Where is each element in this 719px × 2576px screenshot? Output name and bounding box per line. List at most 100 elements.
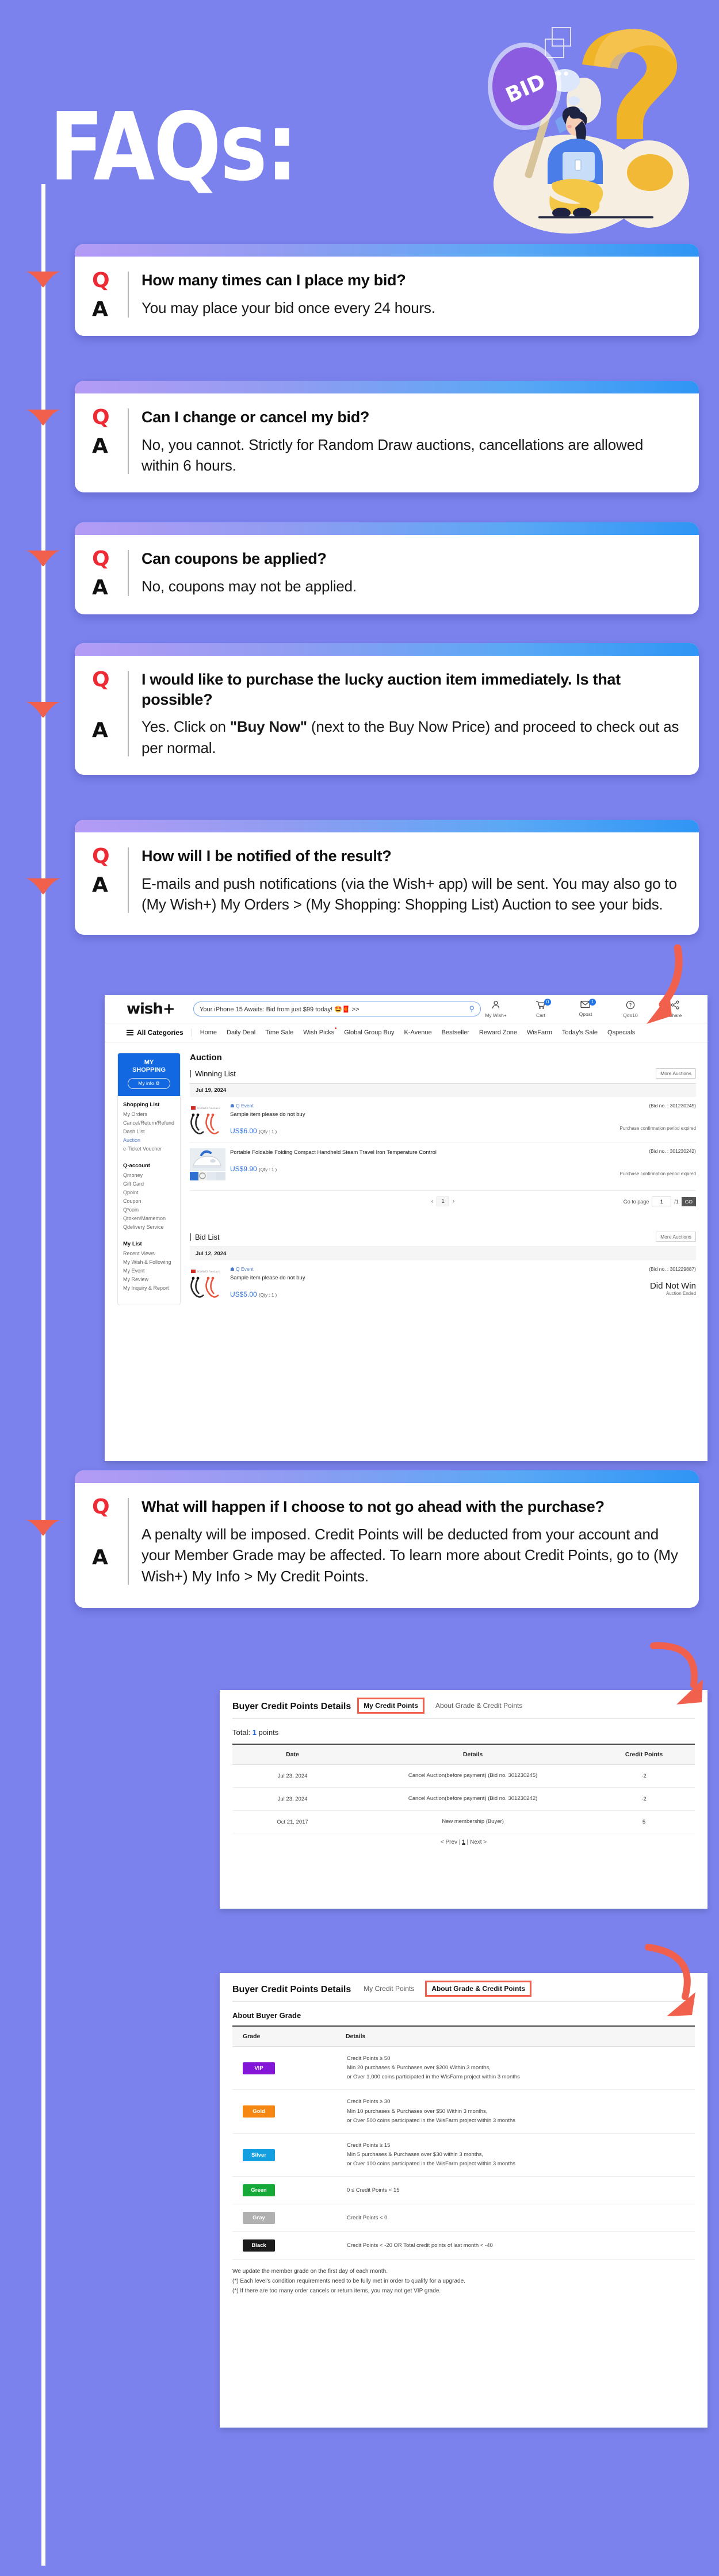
cell-points: 5 [593, 1810, 695, 1834]
cart-button[interactable]: 0 Cart [526, 998, 556, 1018]
nav-item-daily-deal[interactable]: Daily Deal [227, 1029, 255, 1036]
nav-item-wisfarm[interactable]: WisFarm [527, 1029, 552, 1036]
nav-item-reward-zone[interactable]: Reward Zone [479, 1029, 517, 1036]
nav-item-home[interactable]: Home [200, 1029, 217, 1036]
auction-tag-label: Q Event [235, 1266, 254, 1272]
sidebar-item-my-event[interactable]: My Event [123, 1268, 175, 1274]
sidebar-item-qcoin[interactable]: Q*coin [123, 1207, 175, 1213]
auction-page-title: Auction [190, 1053, 222, 1062]
cell-date: Oct 21, 2017 [232, 1810, 353, 1834]
pagination-prev[interactable]: < Prev | [441, 1839, 461, 1845]
nav-item-k-avenue[interactable]: K-Avenue [404, 1029, 432, 1036]
nav-item-wish-picks[interactable]: Wish Picks [303, 1027, 337, 1036]
timeline-arrow-2 [26, 408, 60, 427]
search-icon[interactable]: ⚲ [469, 1004, 475, 1014]
tab-my-credit-points[interactable]: My Credit Points [357, 1698, 424, 1714]
sidebar-item-my-wish-following[interactable]: My Wish & Following [123, 1259, 175, 1265]
grade-details-gold: Credit Points ≥ 30 Min 10 purchases & Pu… [343, 2089, 695, 2134]
tab-about-grade-credit-points[interactable]: About Grade & Credit Points [425, 1981, 531, 1997]
sidebar-group-my-list: My List Recent Views My Wish & Following… [118, 1235, 180, 1301]
sidebar-item-qpoint[interactable]: Qpoint [123, 1190, 175, 1195]
nav-item-time-sale[interactable]: Time Sale [265, 1029, 293, 1036]
sidebar-item-qdelivery-service[interactable]: Qdelivery Service [123, 1224, 175, 1230]
sidebar-item-eticket-voucher[interactable]: e-Ticket Voucher [123, 1146, 175, 1152]
q-label: Q [92, 269, 110, 292]
faq-card-stripe [75, 244, 699, 257]
person-icon [481, 1000, 511, 1012]
table-header-row: Grade Details [232, 2025, 695, 2047]
pointer-arrow-to-wish-screenshot [610, 943, 684, 1033]
sidebar-item-auction[interactable]: Auction [123, 1137, 175, 1143]
goto-page-input[interactable] [652, 1197, 672, 1206]
credit-points-table: Date Details Credit Points Jul 23, 2024 … [232, 1744, 695, 1834]
qpost-button[interactable]: 1 Qpost [571, 998, 601, 1018]
column-grade: Grade [232, 2025, 343, 2047]
sidebar-item-dash-list[interactable]: Dash List [123, 1129, 175, 1134]
sidebar-group-heading: Q-account [123, 1163, 150, 1169]
sidebar-title-line2: SHOPPING [132, 1066, 166, 1073]
sidebar-item-qmoney[interactable]: Qmoney [123, 1172, 175, 1178]
column-credit-points: Credit Points [593, 1744, 695, 1765]
auction-tag-label: Q Event [235, 1103, 254, 1109]
qpost-label: Qpost [579, 1011, 592, 1017]
my-info-button[interactable]: My info ⚙ [128, 1078, 170, 1090]
goto-page-go-button[interactable]: GO [681, 1197, 696, 1206]
sidebar-item-gift-card[interactable]: Gift Card [123, 1181, 175, 1187]
hero-illustration: BID [380, 12, 702, 242]
timeline-vertical-line [41, 184, 45, 2566]
sidebar-item-coupon[interactable]: Coupon [123, 1198, 175, 1204]
sidebar-item-my-orders[interactable]: My Orders [123, 1111, 175, 1117]
qa-divider [128, 272, 129, 318]
pagination-next[interactable]: | Next > [467, 1839, 487, 1845]
sidebar-item-qtoken-mamemon[interactable]: Qtoken/Mamemon [123, 1216, 175, 1221]
nav-item-todays-sale[interactable]: Today's Sale [562, 1029, 598, 1036]
tab-my-credit-points[interactable]: My Credit Points [359, 1982, 419, 1995]
pointer-arrow-to-my-credit-points [621, 1637, 707, 1714]
my-wish-button[interactable]: My Wish+ [481, 1000, 511, 1018]
qa-divider [128, 550, 129, 596]
nav-item-bestseller[interactable]: Bestseller [442, 1029, 469, 1036]
total-points: Total: 1 points [220, 1719, 707, 1744]
column-details: Details [353, 1744, 594, 1765]
column-date: Date [232, 1744, 353, 1765]
auction-status: Purchase confirmation period expired [619, 1126, 696, 1131]
table-row: VIP Credit Points ≥ 50 Min 20 purchases … [232, 2046, 695, 2090]
pagination-next[interactable]: › [453, 1198, 454, 1205]
more-auctions-button[interactable]: More Auctions [656, 1068, 696, 1079]
page-header: FAQs: BID [0, 0, 719, 242]
all-categories-label: All Categories [137, 1029, 183, 1037]
a-label: A [92, 297, 108, 321]
pagination-prev[interactable]: ‹ [431, 1198, 433, 1205]
grade-panel-title: Buyer Credit Points Details [232, 1985, 351, 1994]
cell-points: -2 [593, 1764, 695, 1788]
auction-price-value: US$9.90 [230, 1165, 257, 1173]
auction-row: HUAWEI FreeLace ☗ Q Event Sample item pl… [190, 1097, 696, 1142]
sidebar-item-my-review[interactable]: My Review [123, 1276, 175, 1282]
sidebar-item-recent-views[interactable]: Recent Views [123, 1251, 175, 1256]
auction-tag: ☗ Q Event [230, 1266, 254, 1272]
bid-list-title: Bid List [195, 1232, 220, 1241]
auction-qty: (Qty : 1 ) [259, 1167, 277, 1172]
grade-note-3: (*) If there are too many order cancels … [232, 2288, 441, 2295]
qa-divider [128, 847, 129, 914]
all-categories-button[interactable]: All Categories [127, 1029, 183, 1037]
sidebar-group-shopping-list: Shopping List My Orders Cancel/Return/Re… [118, 1096, 180, 1157]
pagination-current[interactable]: 1 [462, 1839, 465, 1845]
product-thumbnail-earbuds: HUAWEI FreeLace [190, 1103, 225, 1135]
pagination-page-1[interactable]: 1 [437, 1197, 449, 1206]
nav-item-global-group-buy[interactable]: Global Group Buy [344, 1029, 394, 1036]
search-input[interactable]: Your iPhone 15 Awaits: Bid from just $99… [193, 1002, 481, 1016]
sidebar-item-cancel-return-refund[interactable]: Cancel/Return/Refund [123, 1120, 175, 1126]
faq-answer: Yes. Click on "Buy Now" (next to the Buy… [141, 716, 684, 759]
hamburger-icon [127, 1029, 133, 1037]
buy-now-emphasis: "Buy Now" [230, 718, 307, 736]
tab-about-grade-credit-points[interactable]: About Grade & Credit Points [431, 1699, 527, 1712]
sidebar-item-my-inquiry-report[interactable]: My Inquiry & Report [123, 1285, 175, 1291]
auction-bid-no: (Bid no. : 301230242) [649, 1148, 696, 1154]
pointer-arrow-to-about-grade [636, 1941, 710, 2025]
bid-row: HUAWEI FreeLace ☗ Q Event Sample item pl… [190, 1260, 696, 1305]
qa-labels: Q A [92, 548, 128, 598]
sidebar-group-heading: Shopping List [123, 1102, 160, 1109]
table-row: Black Credit Points < -20 OR Total credi… [232, 2231, 695, 2260]
more-auctions-button[interactable]: More Auctions [656, 1232, 696, 1242]
